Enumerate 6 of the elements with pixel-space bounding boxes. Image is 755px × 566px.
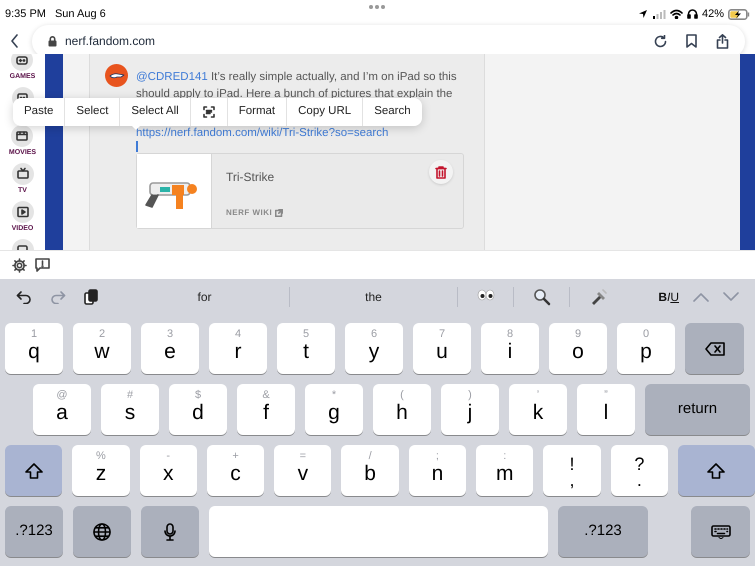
- status-date: Sun Aug 6: [54, 6, 106, 22]
- preview-title: Tri-Strike: [226, 169, 274, 186]
- url-text: nerf.fandom.com: [65, 33, 156, 50]
- battery-percent: 42%: [702, 6, 724, 22]
- status-time: 9:35 PM: [5, 6, 46, 22]
- preview-source: NERF WIKI: [226, 207, 272, 219]
